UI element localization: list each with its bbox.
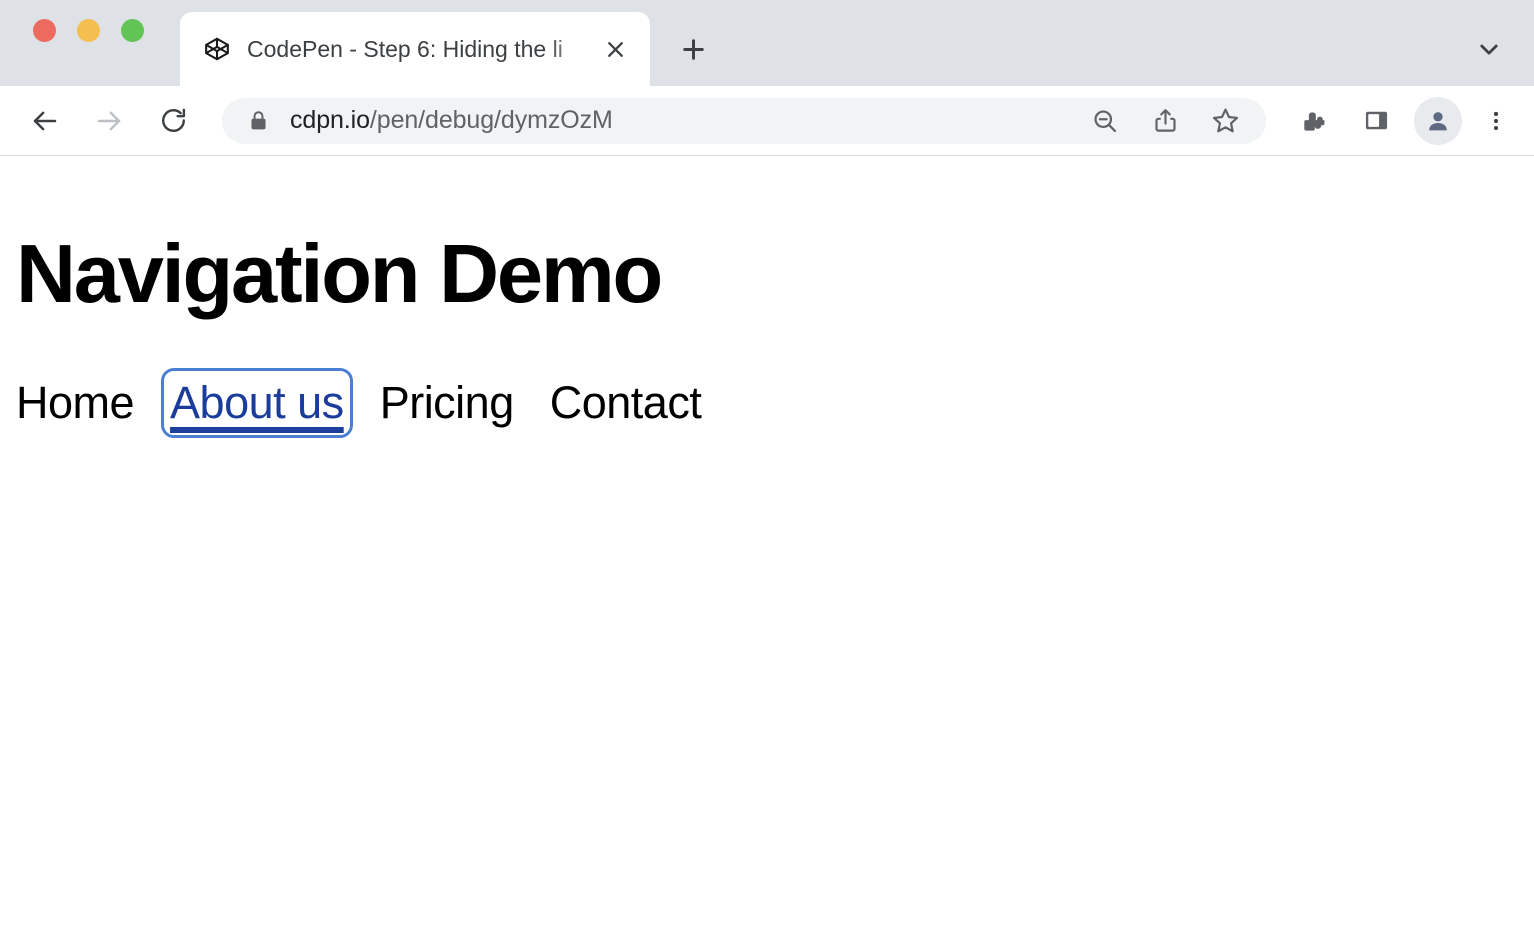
window-traffic-lights bbox=[20, 0, 180, 86]
back-button[interactable] bbox=[22, 98, 68, 144]
page-title: Navigation Demo bbox=[16, 156, 1518, 315]
address-bar-url: cdpn.io/pen/debug/dymzOzM bbox=[290, 106, 1084, 135]
page-viewport: Navigation Demo Home About us Pricing Co… bbox=[0, 156, 1534, 950]
browser-tab[interactable]: CodePen - Step 6: Hiding the li bbox=[180, 12, 650, 86]
nav-link-home[interactable]: Home bbox=[16, 377, 134, 429]
bookmark-star-icon[interactable] bbox=[1204, 100, 1246, 142]
minimize-window-button[interactable] bbox=[77, 19, 100, 42]
tab-search-button[interactable] bbox=[1466, 26, 1512, 72]
reload-button[interactable] bbox=[150, 98, 196, 144]
nav-link-contact[interactable]: Contact bbox=[550, 377, 702, 429]
new-tab-button[interactable] bbox=[670, 26, 716, 72]
address-bar[interactable]: cdpn.io/pen/debug/dymzOzM bbox=[222, 98, 1266, 144]
nav-link-about-us[interactable]: About us bbox=[170, 377, 344, 429]
share-icon[interactable] bbox=[1144, 100, 1186, 142]
url-host: cdpn.io bbox=[290, 106, 370, 134]
close-window-button[interactable] bbox=[33, 19, 56, 42]
profile-avatar[interactable] bbox=[1414, 97, 1462, 145]
browser-window: CodePen - Step 6: Hiding the li bbox=[0, 0, 1534, 950]
nav-item-pricing: Pricing bbox=[380, 377, 514, 429]
tab-title: CodePen - Step 6: Hiding the li bbox=[247, 36, 594, 63]
nav-item-home: Home bbox=[16, 377, 134, 429]
browser-toolbar: cdpn.io/pen/debug/dymzOzM bbox=[0, 86, 1534, 156]
lock-icon[interactable] bbox=[248, 111, 268, 131]
forward-button bbox=[86, 98, 132, 144]
tab-strip: CodePen - Step 6: Hiding the li bbox=[0, 0, 1534, 86]
nav-item-contact: Contact bbox=[550, 377, 702, 429]
tab-close-icon[interactable] bbox=[598, 32, 632, 66]
maximize-window-button[interactable] bbox=[121, 19, 144, 42]
nav-item-about-us: About us bbox=[170, 377, 344, 429]
nav-link-pricing[interactable]: Pricing bbox=[380, 377, 514, 429]
zoom-out-icon[interactable] bbox=[1084, 100, 1126, 142]
omnibox-actions bbox=[1084, 100, 1250, 142]
side-panel-icon[interactable] bbox=[1352, 97, 1400, 145]
url-path: /pen/debug/dymzOzM bbox=[370, 106, 613, 134]
extensions-icon[interactable] bbox=[1290, 97, 1338, 145]
demo-page: Navigation Demo Home About us Pricing Co… bbox=[0, 156, 1534, 429]
chrome-menu-icon[interactable] bbox=[1476, 97, 1516, 145]
codepen-logo-icon bbox=[204, 36, 230, 62]
toolbar-actions bbox=[1290, 97, 1516, 145]
site-navigation: Home About us Pricing Contact bbox=[16, 377, 1518, 429]
